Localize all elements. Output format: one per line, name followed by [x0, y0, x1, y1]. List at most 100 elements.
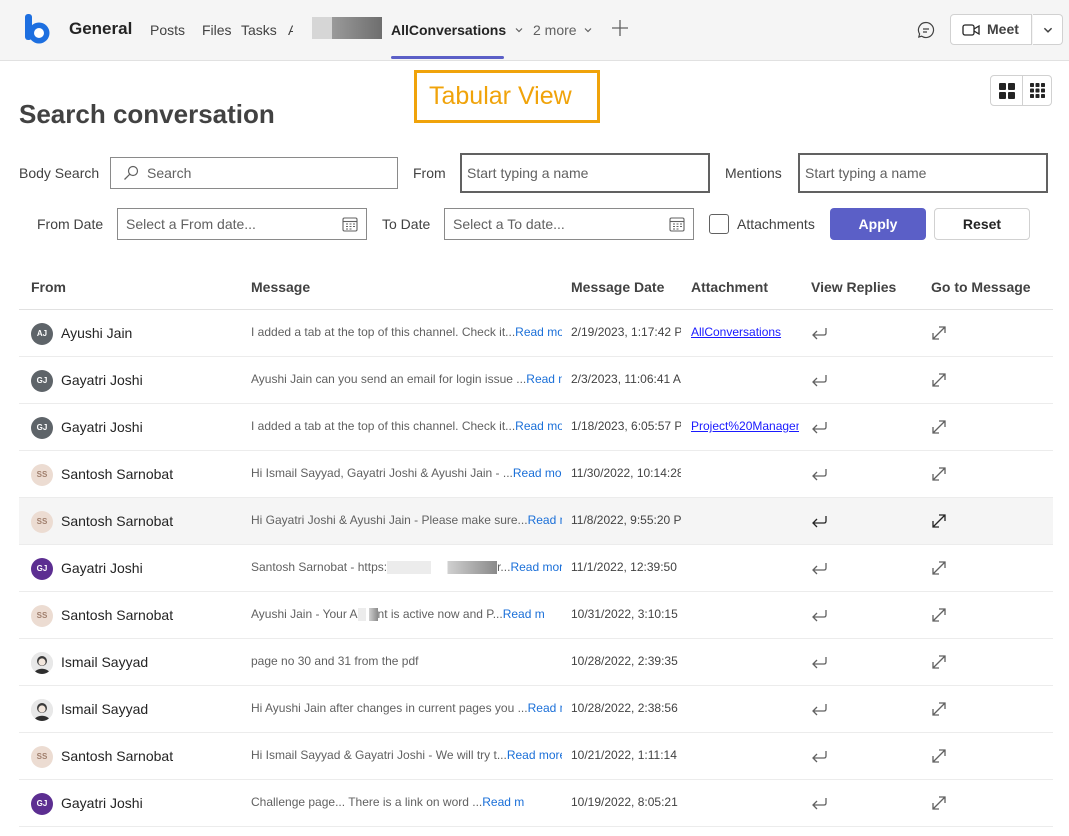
table-row[interactable]: SS Santosh Sarnobat Hi Ismail Sayyad, Gaya…: [19, 451, 1053, 498]
attachment-link[interactable]: Project%20Managen: [691, 419, 799, 433]
expand-icon[interactable]: [931, 748, 947, 764]
column-header-attachment[interactable]: Attachment: [691, 279, 768, 295]
tab-tasks[interactable]: Tasks: [241, 22, 277, 38]
avatar-initials: GJ: [36, 376, 48, 385]
conversation-icon[interactable]: [916, 20, 936, 40]
expand-icon[interactable]: [931, 795, 947, 811]
table-row[interactable]: GJ Gayatri Joshi Santosh Sarnobat - https:…: [19, 545, 1053, 592]
reply-icon[interactable]: [810, 513, 828, 529]
column-header-message-date[interactable]: Message Date: [571, 279, 664, 295]
expand-icon[interactable]: [931, 607, 947, 623]
tabular-view-button[interactable]: [1022, 76, 1052, 105]
message-date: 11/1/2022, 12:39:50: [571, 560, 677, 574]
from-date-picker[interactable]: Select a From date...: [117, 208, 367, 240]
to-date-label: To Date: [382, 216, 431, 232]
avatar: SS: [31, 746, 53, 768]
mentions-people-picker[interactable]: Start typing a name: [798, 153, 1048, 193]
tab-files[interactable]: Files: [202, 22, 232, 38]
add-tab-icon[interactable]: [611, 19, 629, 37]
read-more-link[interactable]: Read mor: [510, 560, 562, 574]
read-more-link[interactable]: Read m: [526, 372, 562, 386]
annotation-label: Tabular View: [429, 82, 572, 110]
from-name: Ayushi Jain: [61, 325, 133, 341]
table-row[interactable]: AJ Ayushi Jain I added a tab at the top of…: [19, 310, 1053, 357]
message-text: Ayushi Jain - Your A: [251, 607, 358, 621]
expand-icon[interactable]: [931, 701, 947, 717]
reply-icon[interactable]: [810, 560, 828, 576]
from-date-label: From Date: [37, 216, 104, 232]
read-more-link[interactable]: Read more: [507, 748, 562, 762]
message-cell: Hi Ayushi Jain after changes in current …: [251, 701, 562, 715]
reply-icon[interactable]: [810, 419, 828, 435]
apply-button[interactable]: Apply: [830, 208, 926, 240]
table-row[interactable]: GJ Gayatri Joshi Ayushi Jain can you send …: [19, 357, 1053, 404]
reply-icon[interactable]: [810, 325, 828, 341]
reply-icon[interactable]: [810, 748, 828, 764]
to-date-picker[interactable]: Select a To date...: [444, 208, 694, 240]
mentions-label: Mentions: [725, 165, 782, 181]
top-bar: General Posts Files Tasks A AllConversat…: [0, 0, 1069, 61]
table-row[interactable]: SS Santosh Sarnobat Hi Ismail Sayyad & Gay…: [19, 733, 1053, 780]
table-row[interactable]: Ismail Sayyad page no 30 and 31 from the …: [19, 639, 1053, 686]
calendar-icon[interactable]: [342, 216, 358, 232]
expand-icon[interactable]: [931, 419, 947, 435]
expand-icon[interactable]: [931, 560, 947, 576]
read-more-link[interactable]: Read m: [528, 701, 562, 715]
avatar: GJ: [31, 370, 53, 392]
search-input[interactable]: Search: [110, 157, 398, 189]
avatar-initials: GJ: [36, 564, 48, 573]
tab-posts[interactable]: Posts: [150, 22, 185, 38]
read-more-link[interactable]: Read m: [503, 607, 545, 621]
reset-button[interactable]: Reset: [934, 208, 1030, 240]
read-more-link[interactable]: Read mo: [515, 325, 562, 339]
tab-truncated[interactable]: A: [288, 22, 293, 38]
from-name: Santosh Sarnobat: [61, 466, 174, 482]
search-placeholder: Search: [147, 165, 192, 181]
column-header-view-replies[interactable]: View Replies: [811, 279, 896, 295]
from-people-picker[interactable]: Start typing a name: [460, 153, 710, 193]
table-header: From Message Message Date Attachment Vie…: [19, 263, 1053, 310]
redacted-link: [357, 608, 378, 622]
attachments-checkbox[interactable]: [709, 214, 729, 234]
table-row[interactable]: SS Santosh Sarnobat Hi Gayatri Joshi & Ayu…: [19, 498, 1053, 545]
table-body: AJ Ayushi Jain I added a tab at the top of…: [19, 310, 1053, 827]
table-row[interactable]: Ismail Sayyad Hi Ayushi Jain after change…: [19, 686, 1053, 733]
reply-icon[interactable]: [810, 795, 828, 811]
reply-icon[interactable]: [810, 466, 828, 482]
message-date: 10/21/2022, 1:11:14: [571, 748, 677, 762]
table-row[interactable]: GJ Gayatri Joshi I added a tab at the top …: [19, 404, 1053, 451]
column-header-from[interactable]: From: [31, 279, 66, 295]
table-row[interactable]: GJ Gayatri Joshi Challenge page... There i…: [19, 780, 1053, 827]
expand-icon[interactable]: [931, 466, 947, 482]
message-tail: r...: [497, 560, 511, 574]
read-more-link[interactable]: Read m: [482, 795, 524, 809]
read-more-link[interactable]: Read mo: [528, 513, 562, 527]
reply-icon[interactable]: [810, 607, 828, 623]
column-header-message[interactable]: Message: [251, 279, 310, 295]
reply-icon[interactable]: [810, 654, 828, 670]
attachment-link[interactable]: AllConversations: [691, 325, 799, 339]
expand-icon[interactable]: [931, 513, 947, 529]
read-more-link[interactable]: Read more: [513, 466, 562, 480]
expand-icon[interactable]: [931, 654, 947, 670]
expand-icon[interactable]: [931, 372, 947, 388]
card-view-button[interactable]: [991, 76, 1023, 105]
column-header-go-to-message[interactable]: Go to Message: [931, 279, 1031, 295]
avatar-initials: SS: [36, 752, 48, 761]
message-date: 10/28/2022, 2:38:56: [571, 701, 678, 715]
reply-icon[interactable]: [810, 701, 828, 717]
tab-allconversations[interactable]: AllConversations: [391, 22, 524, 38]
message-date: 11/30/2022, 10:14:28: [571, 466, 681, 480]
from-label: From: [413, 165, 446, 181]
more-tabs-button[interactable]: 2 more: [533, 22, 593, 38]
reply-icon[interactable]: [810, 372, 828, 388]
meet-button[interactable]: Meet: [950, 14, 1032, 45]
view-toggle: [990, 75, 1052, 106]
read-more-link[interactable]: Read mo: [515, 419, 562, 433]
calendar-icon[interactable]: [669, 216, 685, 232]
grid-large-icon: [999, 83, 1015, 99]
meet-dropdown-button[interactable]: [1033, 14, 1063, 45]
expand-icon[interactable]: [931, 325, 947, 341]
table-row[interactable]: SS Santosh Sarnobat Ayushi Jain - Your A nt…: [19, 592, 1053, 639]
body-search-label: Body Search: [19, 165, 100, 181]
